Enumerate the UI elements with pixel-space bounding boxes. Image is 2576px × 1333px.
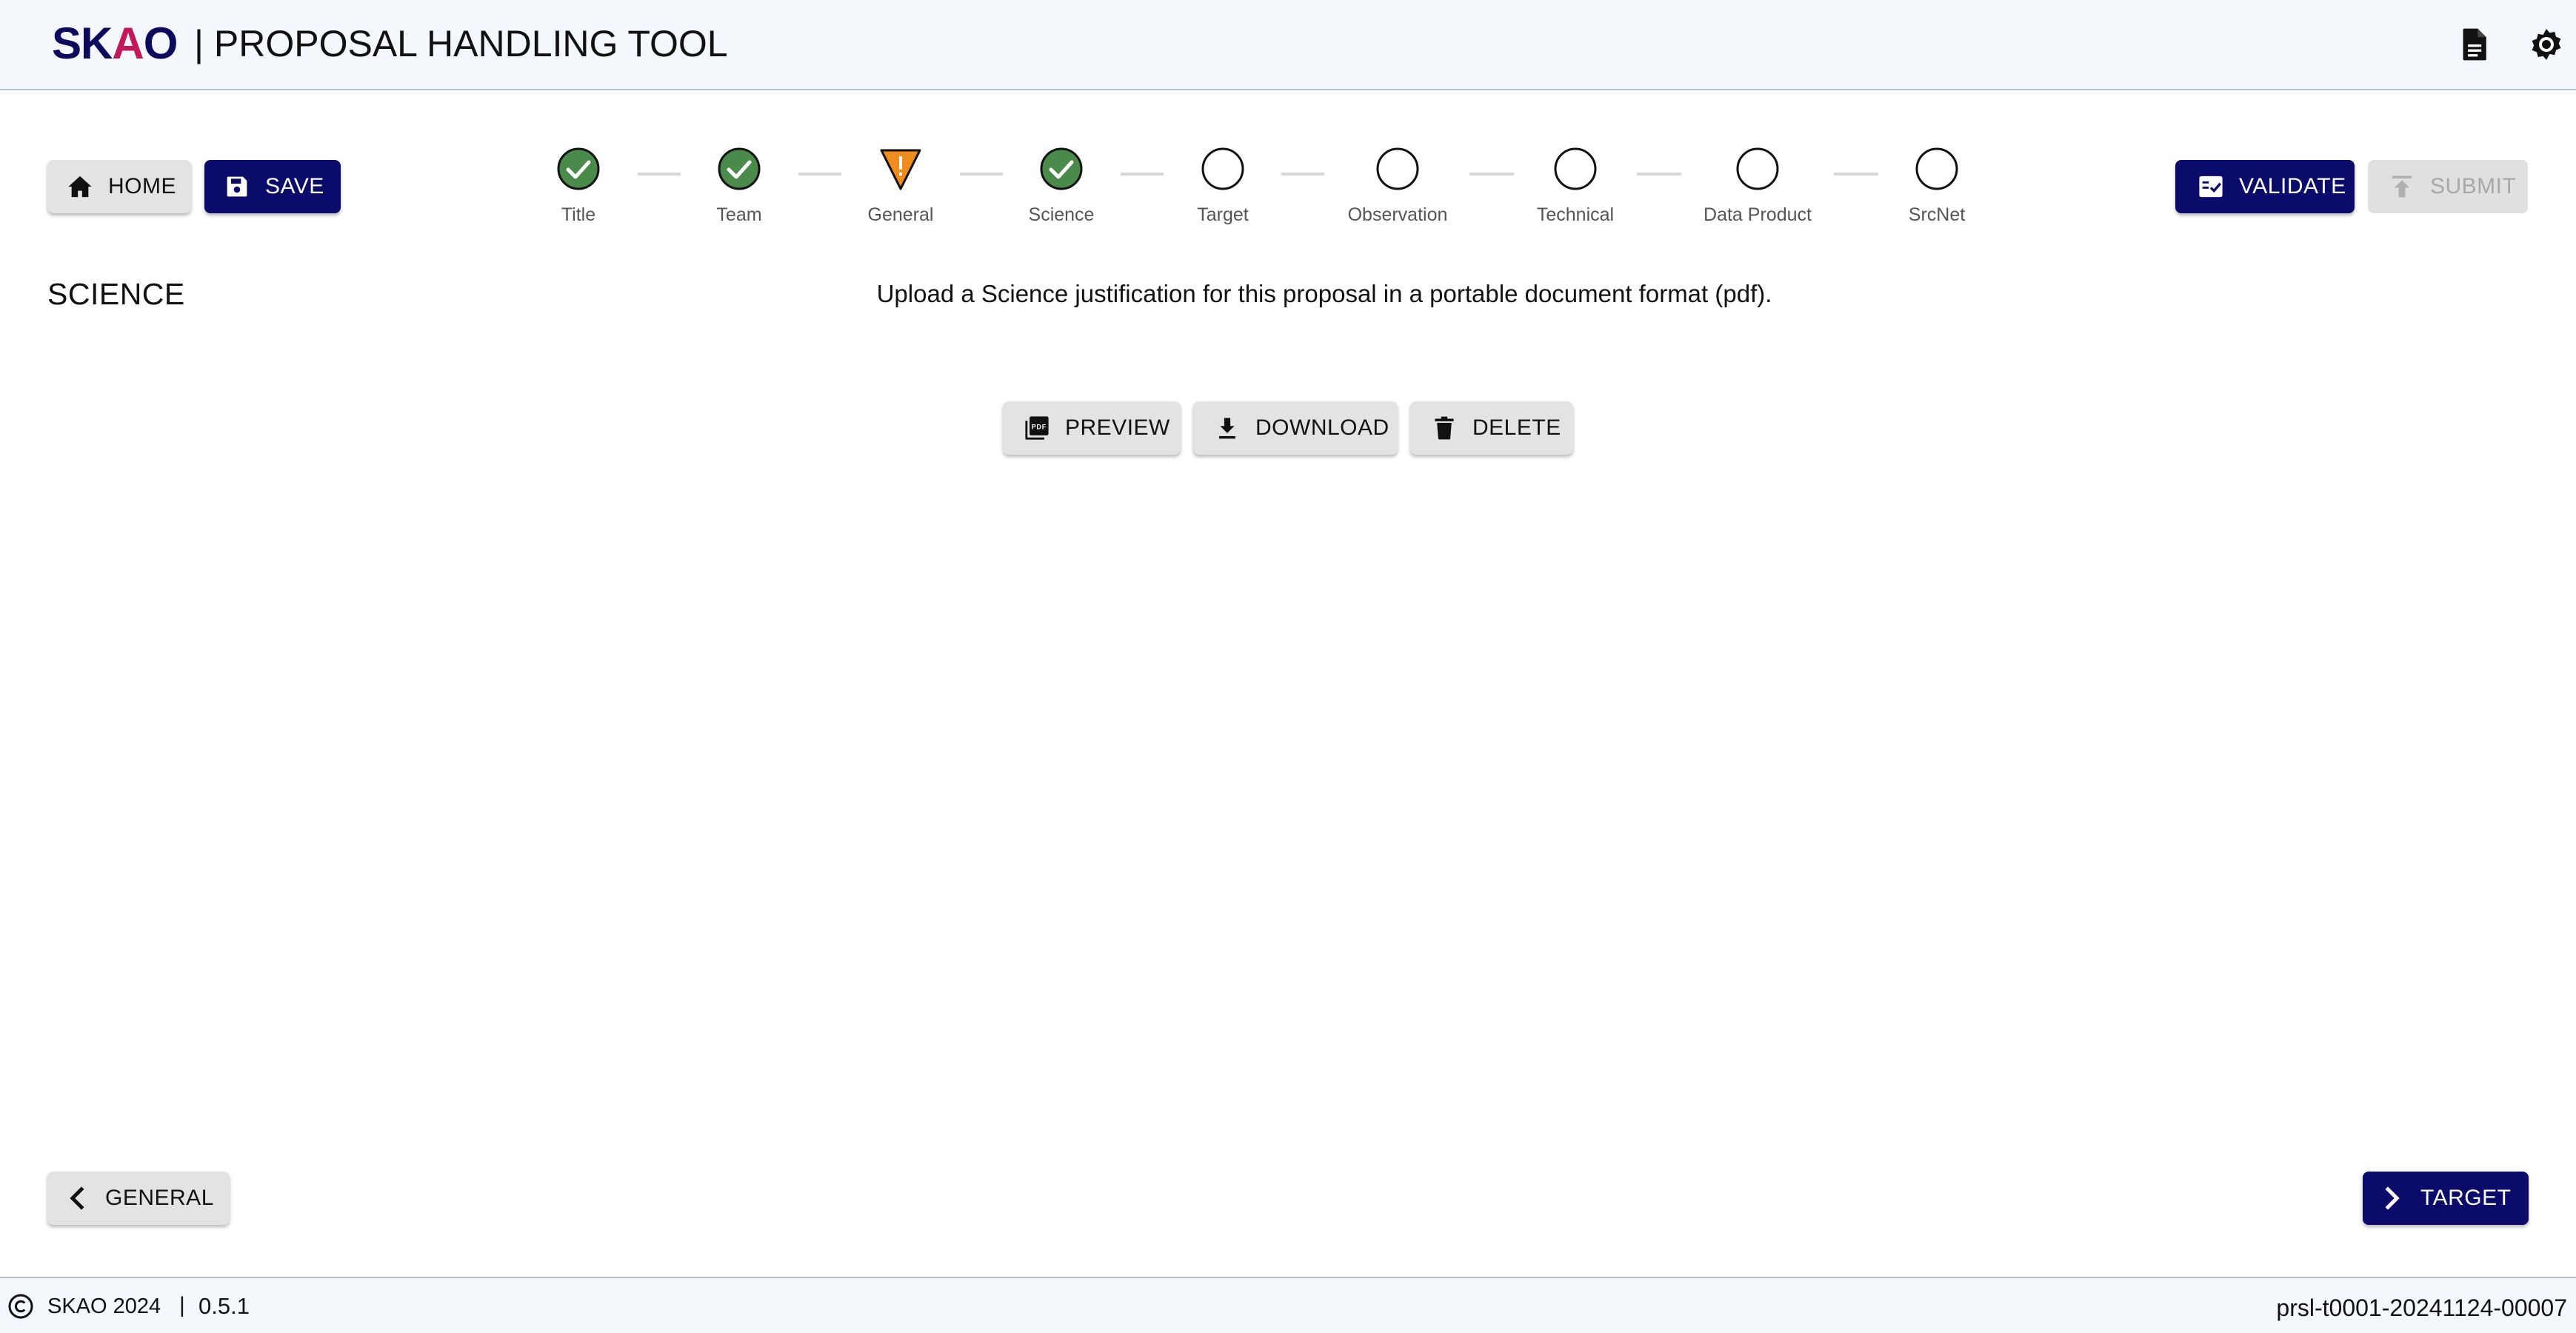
save-button[interactable]: SAVE (204, 160, 341, 213)
app-footer: SKAO 2024 | 0.5.1 prsl-t0001-20241124-00… (0, 1277, 2576, 1333)
svg-text:PDF: PDF (1032, 423, 1047, 430)
proposal-id: prsl-t0001-20241124-00007 (2276, 1294, 2567, 1321)
copyright-text: SKAO 2024 (47, 1294, 161, 1318)
check-circle-icon (557, 147, 600, 190)
warning-triangle-icon (880, 149, 921, 190)
download-icon (1212, 413, 1242, 443)
empty-circle-icon (1201, 147, 1244, 190)
step-title[interactable]: Title (504, 147, 653, 226)
copyright-icon (8, 1294, 33, 1319)
settings-icon[interactable] (2527, 25, 2566, 64)
home-button[interactable]: HOME (47, 160, 191, 213)
step-science[interactable]: Science (987, 147, 1135, 226)
empty-circle-icon (1376, 147, 1419, 190)
document-icon[interactable] (2456, 25, 2495, 64)
validate-icon (2196, 172, 2226, 201)
chevron-right-icon (2378, 1183, 2407, 1213)
empty-circle-icon (1915, 147, 1958, 190)
pdf-icon: PDF (1022, 413, 1052, 443)
validate-button[interactable]: VALIDATE (2175, 160, 2355, 213)
delete-button[interactable]: DELETE (1410, 401, 1573, 455)
step-target[interactable]: Target (1149, 147, 1297, 226)
step-team[interactable]: Team (665, 147, 813, 226)
page-title: SCIENCE (47, 277, 185, 311)
check-circle-icon (718, 147, 761, 190)
next-page-button[interactable]: TARGET (2363, 1172, 2529, 1225)
submit-button[interactable]: SUBMIT (2368, 160, 2528, 213)
step-observation[interactable]: Observation (1324, 147, 1472, 226)
previous-page-button[interactable]: GENERAL (47, 1172, 230, 1225)
step-srcnet[interactable]: SrcNet (1863, 147, 2011, 226)
empty-circle-icon (1554, 147, 1597, 190)
step-general[interactable]: General (827, 147, 975, 226)
upload-instruction: Upload a Science justification for this … (876, 280, 1772, 307)
check-circle-icon (1040, 147, 1083, 190)
skao-logo: SKAO (52, 18, 178, 68)
step-data-product[interactable]: Data Product (1684, 147, 1832, 226)
version-text: 0.5.1 (198, 1293, 250, 1319)
upload-icon (2387, 172, 2417, 201)
footer-separator: | (179, 1293, 185, 1317)
trash-icon (1429, 413, 1459, 443)
preview-button[interactable]: PDF PREVIEW (1003, 401, 1181, 455)
download-button[interactable]: DOWNLOAD (1193, 401, 1398, 455)
app-header: SKAO | PROPOSAL HANDLING TOOL (0, 0, 2576, 90)
home-icon (65, 172, 95, 201)
empty-circle-icon (1736, 147, 1779, 190)
step-technical[interactable]: Technical (1501, 147, 1649, 226)
save-icon (222, 172, 252, 201)
app-title: | PROPOSAL HANDLING TOOL (194, 23, 728, 64)
chevron-left-icon (62, 1183, 92, 1213)
